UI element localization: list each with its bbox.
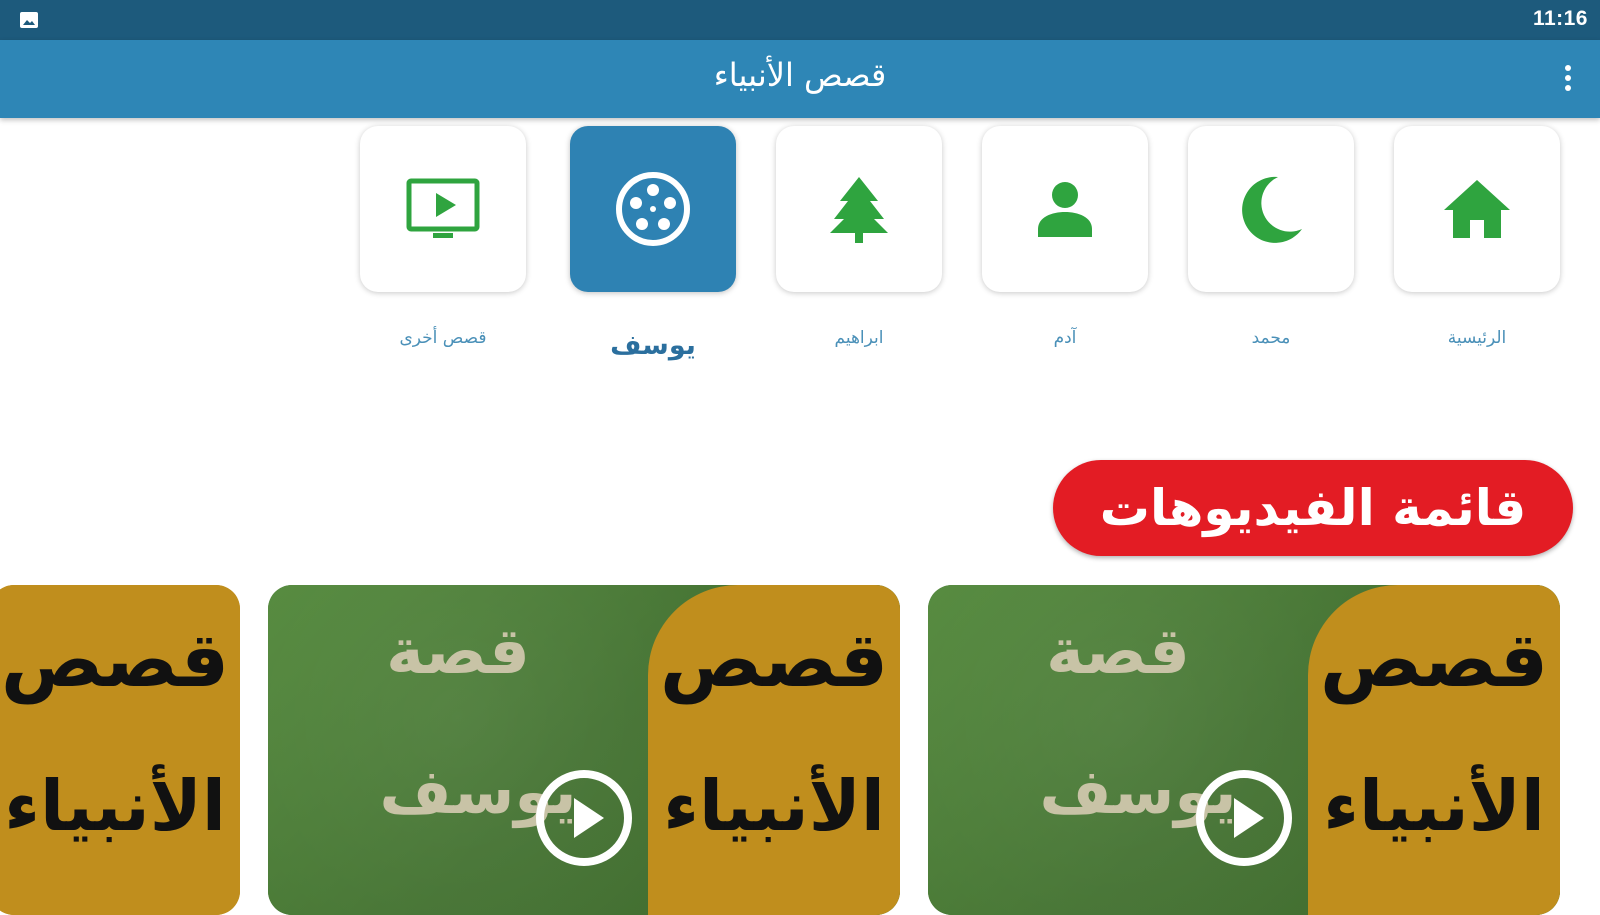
nav-item-adam[interactable]: آدم bbox=[982, 126, 1148, 348]
thumbnail-series-word-2: الأنبياء bbox=[663, 765, 885, 847]
nav-label-ibrahim: ابراهيم bbox=[834, 328, 884, 348]
play-icon[interactable] bbox=[534, 768, 634, 868]
video-list-header: قائمة الفيديوهات bbox=[1053, 460, 1573, 556]
nav-label-adam: آدم bbox=[1053, 328, 1077, 348]
nav-tile-other-stories[interactable] bbox=[360, 126, 526, 292]
thumbnail-series-word-1: قصص bbox=[0, 615, 230, 704]
thumbnail-story-word: قصة bbox=[1046, 615, 1190, 689]
nav-item-muhammad[interactable]: محمد bbox=[1188, 126, 1354, 348]
nav-tile-home[interactable] bbox=[1394, 126, 1560, 292]
nav-label-yusuf: يوسف bbox=[610, 330, 696, 361]
category-nav: الرئيسية محمد آدم ابراهيم يوسف قصص أخرى bbox=[0, 118, 1600, 388]
status-bar: 11:16 bbox=[0, 0, 1600, 40]
crescent-moon-icon bbox=[1242, 176, 1302, 243]
person-icon bbox=[1038, 182, 1092, 237]
overflow-menu-icon[interactable] bbox=[1556, 62, 1580, 98]
nav-label-home: الرئيسية bbox=[1447, 328, 1507, 348]
nav-item-yusuf[interactable]: يوسف bbox=[570, 126, 736, 361]
thumbnail-story-word: قصة bbox=[386, 615, 530, 689]
play-icon[interactable] bbox=[1194, 768, 1294, 868]
tv-play-icon bbox=[406, 178, 480, 238]
thumbnail-series-word-1: قصص bbox=[1319, 615, 1549, 704]
app-title: قصص الأنبياء bbox=[713, 56, 887, 94]
status-time: 11:16 bbox=[1532, 7, 1588, 30]
nav-tile-muhammad[interactable] bbox=[1188, 126, 1354, 292]
nav-label-muhammad: محمد bbox=[1251, 328, 1291, 348]
home-icon bbox=[1444, 180, 1510, 238]
video-card[interactable]: قصص الأنبياء قصة يوسف bbox=[268, 585, 900, 915]
film-reel-icon bbox=[616, 172, 690, 246]
tree-icon bbox=[830, 177, 888, 243]
thumbnail-series-word-1: قصص bbox=[659, 615, 889, 704]
nav-item-ibrahim[interactable]: ابراهيم bbox=[776, 126, 942, 348]
nav-tile-adam[interactable] bbox=[982, 126, 1148, 292]
app-bar: قصص الأنبياء bbox=[0, 40, 1600, 118]
nav-item-other-stories[interactable]: قصص أخرى bbox=[360, 126, 526, 348]
video-card[interactable]: قصص الأنبياء قصة يوسف bbox=[928, 585, 1560, 915]
nav-item-home[interactable]: الرئيسية bbox=[1394, 126, 1560, 348]
image-notification-icon bbox=[20, 12, 38, 28]
nav-tile-ibrahim[interactable] bbox=[776, 126, 942, 292]
nav-label-other-stories: قصص أخرى bbox=[399, 328, 487, 348]
nav-tile-yusuf[interactable] bbox=[570, 126, 736, 292]
video-card[interactable]: قصص الأنبياء bbox=[0, 585, 240, 915]
thumbnail-series-word-2: الأنبياء bbox=[4, 765, 226, 847]
thumbnail-series-word-2: الأنبياء bbox=[1323, 765, 1545, 847]
